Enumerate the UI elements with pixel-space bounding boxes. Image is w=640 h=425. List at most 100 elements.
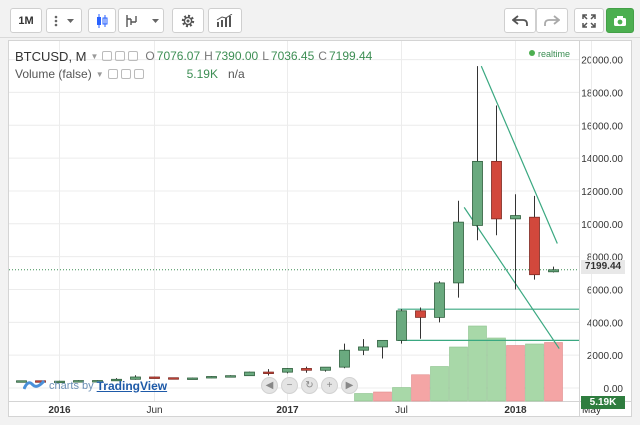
reset-button[interactable]: ↻ xyxy=(301,377,318,394)
candle-body xyxy=(187,377,198,380)
undo-button[interactable] xyxy=(504,8,536,33)
volume-bar xyxy=(392,387,411,402)
volume-bar xyxy=(525,343,544,402)
snapshot-icon xyxy=(613,15,627,27)
scroll-left-button[interactable]: ◀ xyxy=(261,377,278,394)
volume-bar xyxy=(449,346,468,402)
settings-icon[interactable] xyxy=(120,69,131,79)
zoom-in-button[interactable]: + xyxy=(321,377,338,394)
candle-body xyxy=(206,376,217,379)
y-tick-label: 10000.00 xyxy=(581,220,623,231)
chart-pane[interactable]: 0.00 2000.00 4000.00 6000.00 8000.00 10000.00… xyxy=(8,40,632,417)
x-tick-label: 2018 xyxy=(504,405,527,416)
fullscreen-button[interactable] xyxy=(574,8,604,33)
realtime-label: realtime xyxy=(538,49,571,59)
candle-body xyxy=(510,215,521,220)
candle-body xyxy=(472,160,483,226)
dropdown-icon[interactable]: ▼ xyxy=(91,52,99,61)
candle-body xyxy=(320,366,331,371)
symbol-row: BTCUSD, M ▼ O 7076.07 H 7390.00 L 7036.4… xyxy=(15,47,372,65)
last-price-label: 7199.44 xyxy=(581,260,625,274)
interval-label: 1M xyxy=(18,14,34,27)
interval-more-button[interactable] xyxy=(46,8,82,33)
y-tick-label: 6000.00 xyxy=(587,285,624,296)
volume-bar xyxy=(468,325,487,402)
settings-icon xyxy=(180,13,196,29)
candle-body xyxy=(491,160,502,220)
volume-row: Volume (false) ▼ 5.19K n/a xyxy=(15,65,372,83)
zoom-out-button[interactable]: − xyxy=(281,377,298,394)
chevron-right-icon: ▶ xyxy=(345,380,354,391)
volume-ma-value: n/a xyxy=(227,67,245,81)
close-value: 7199.44 xyxy=(328,49,373,63)
redo-button[interactable] xyxy=(536,8,568,33)
close-label: C xyxy=(318,49,327,63)
volume-bar xyxy=(411,374,430,402)
candle-body xyxy=(453,221,464,284)
volume-bar xyxy=(544,342,563,402)
candle-body xyxy=(244,371,255,377)
chevron-left-icon: ◀ xyxy=(265,380,274,391)
symbol-name[interactable]: BTCUSD, M xyxy=(15,49,87,64)
candles-icon xyxy=(95,13,109,29)
candle-body xyxy=(529,216,540,276)
candle-body xyxy=(225,375,236,378)
low-label: L xyxy=(262,49,269,63)
status-dot-icon xyxy=(529,50,535,56)
x-tick-label: 2016 xyxy=(48,405,71,416)
compare-icon xyxy=(124,13,140,29)
x-tick-label: 2017 xyxy=(276,405,299,416)
x-tick-label: Jul xyxy=(395,405,408,416)
settings-icon[interactable] xyxy=(115,51,126,61)
tradingview-widget: 1M 0.00 2000.00 4000.00 6000.00 8000.00 … xyxy=(0,0,640,425)
volume-bar xyxy=(506,345,525,402)
y-tick-label: 12000.00 xyxy=(581,187,623,198)
minus-icon: − xyxy=(286,380,293,391)
y-tick-label: 4000.00 xyxy=(587,318,624,329)
volume-value: 5.19K xyxy=(186,67,218,81)
candle-body xyxy=(301,368,312,371)
settings-button[interactable] xyxy=(172,8,204,33)
snapshot-button[interactable] xyxy=(606,8,634,33)
visibility-icon[interactable] xyxy=(102,51,113,61)
low-value: 7036.45 xyxy=(270,49,315,63)
y-tick-label: 20000.00 xyxy=(581,56,623,67)
candle-body xyxy=(396,310,407,341)
watermark-brand[interactable]: TradingView xyxy=(97,379,167,393)
volume-study-name[interactable]: Volume (false) xyxy=(15,67,92,81)
chart-legend: BTCUSD, M ▼ O 7076.07 H 7390.00 L 7036.4… xyxy=(15,47,372,83)
candle-body xyxy=(282,368,293,373)
y-tick-label: 2000.00 xyxy=(587,351,624,362)
candle-body xyxy=(263,371,274,374)
dropdown-icon xyxy=(151,18,159,23)
candles-style-button[interactable] xyxy=(88,8,116,33)
plus-icon: + xyxy=(326,380,333,391)
more-icon xyxy=(54,15,58,27)
volume-bar xyxy=(487,337,506,402)
watermark-prefix: charts by xyxy=(49,379,94,392)
x-tick-label: Jun xyxy=(146,405,162,416)
high-label: H xyxy=(204,49,213,63)
scroll-right-button[interactable]: ▶ xyxy=(341,377,358,394)
chart-canvas[interactable]: 0.002000.004000.006000.008000.0010000.00… xyxy=(9,41,631,416)
close-icon[interactable] xyxy=(133,69,144,79)
tradingview-logo-icon xyxy=(22,378,46,393)
volume-bar xyxy=(373,391,392,402)
candle-body xyxy=(415,310,426,318)
open-value: 7076.07 xyxy=(156,49,201,63)
indicators-icon xyxy=(216,13,234,28)
indicators-button[interactable] xyxy=(208,8,242,33)
close-icon[interactable] xyxy=(128,51,139,61)
volume-bar xyxy=(430,366,449,402)
dropdown-icon[interactable]: ▼ xyxy=(96,70,104,79)
compare-button[interactable] xyxy=(118,8,164,33)
visibility-icon[interactable] xyxy=(107,69,118,79)
interval-button[interactable]: 1M xyxy=(10,8,42,33)
realtime-indicator: realtime xyxy=(529,49,570,59)
undo-icon xyxy=(512,14,528,27)
candle-body xyxy=(168,377,179,380)
tradingview-watermark[interactable]: charts by TradingView xyxy=(22,378,167,393)
reset-icon: ↻ xyxy=(305,380,314,391)
last-volume-label: 5.19K xyxy=(581,396,625,409)
y-tick-label: 18000.00 xyxy=(581,88,623,99)
